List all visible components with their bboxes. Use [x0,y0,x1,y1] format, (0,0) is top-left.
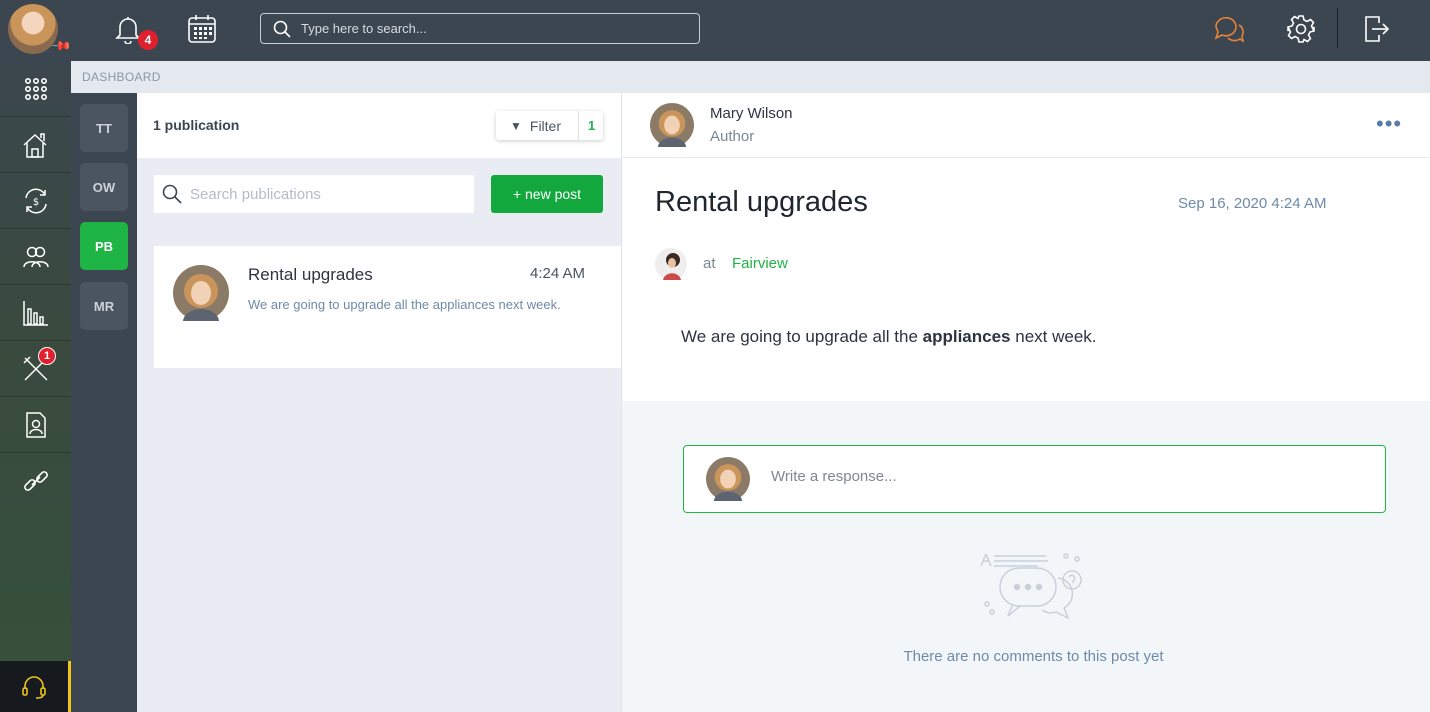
poster-avatar [655,248,687,280]
community-tab-mr[interactable]: MR [80,282,128,330]
post-text: We are going to upgrade all the applianc… [681,327,1097,346]
response-box[interactable] [683,445,1386,513]
breadcrumb[interactable]: DASHBOARD [71,61,1430,93]
post-body: Rental upgrades Sep 16, 2020 4:24 AM at … [622,158,1430,401]
community-tab-ow[interactable]: OW [80,163,128,211]
no-comments-message: There are no comments to this post yet [903,648,1164,665]
global-search-input[interactable] [301,21,681,36]
support-button[interactable] [0,661,71,712]
publication-count: 1 publication [153,117,240,133]
post-title: Rental upgrades [655,186,868,218]
current-user-avatar [706,457,750,501]
maintenance-badge: 1 [38,347,56,365]
global-search[interactable] [260,13,700,44]
tenant-file-icon [25,411,46,438]
publications-header: 1 publication ▼ Filter 1 [137,93,621,158]
community-tabs: TT OW PB MR [71,93,137,712]
rail-properties[interactable] [0,117,71,173]
topbar-divider [1337,8,1338,48]
post-author-header: Mary Wilson Author ••• [622,93,1430,158]
author-avatar [650,103,694,147]
contacts-icon [22,246,49,267]
rail-links[interactable] [0,453,71,509]
gear-icon [1287,15,1315,43]
search-icon [162,184,182,204]
rail-reports[interactable] [0,285,71,341]
rail-contacts[interactable] [0,229,71,285]
rail-accounting[interactable]: $ [0,173,71,229]
search-icon [273,20,291,38]
post-date: Sep 16, 2020 4:24 AM [1178,195,1327,212]
apps-grid-icon [24,77,47,100]
publications-panel: 1 publication ▼ Filter 1 + new post Rent… [137,93,621,712]
publication-search[interactable] [154,175,474,213]
calendar-icon [188,15,216,43]
rail-apps[interactable] [0,61,71,117]
main-rail: 📌 $ 1 [0,0,72,712]
chat-bubbles-icon [1214,16,1245,43]
reports-chart-icon [22,300,48,326]
author-avatar [173,265,229,321]
author-name: Mary Wilson [710,105,793,122]
svg-text:$: $ [32,197,38,208]
response-input[interactable] [771,468,1351,485]
filter-count: 1 [578,111,595,140]
community-tab-pb[interactable]: PB [80,222,128,270]
rail-tenants[interactable] [0,397,71,453]
money-cycle-icon: $ [24,188,47,213]
location-prefix: at [703,255,716,272]
chat-button[interactable] [1212,12,1246,46]
filter-label: Filter [529,117,562,134]
no-comments-illustration-icon [980,553,1082,620]
logout-button[interactable] [1359,12,1393,46]
community-tab-tt[interactable]: TT [80,104,128,152]
user-avatar-area[interactable]: 📌 [0,0,72,61]
new-post-button[interactable]: + new post [491,175,603,213]
more-options-icon[interactable]: ••• [1376,111,1402,137]
post-detail: Mary Wilson Author ••• Rental upgrades S… [621,93,1430,712]
publication-card[interactable]: Rental upgrades 4:24 AM We are going to … [154,246,621,368]
link-icon [23,471,48,491]
top-bar: 4 [71,0,1430,61]
buildings-icon [22,132,47,158]
rail-maintenance[interactable]: 1 [0,341,71,397]
publication-title: Rental upgrades [248,265,373,284]
location-link[interactable]: Fairview [732,255,788,272]
author-role: Author [710,128,755,145]
logout-icon [1365,16,1390,42]
filter-icon: ▼ [510,118,522,133]
headset-icon [22,675,46,699]
notification-count-badge: 4 [138,30,158,50]
settings-button[interactable] [1284,12,1318,46]
filter-button[interactable]: ▼ Filter 1 [496,111,603,140]
calendar-button[interactable] [185,12,219,46]
publication-search-input[interactable] [190,185,470,203]
publication-time: 4:24 AM [530,265,586,282]
publication-excerpt: We are going to upgrade all the applianc… [248,297,561,312]
